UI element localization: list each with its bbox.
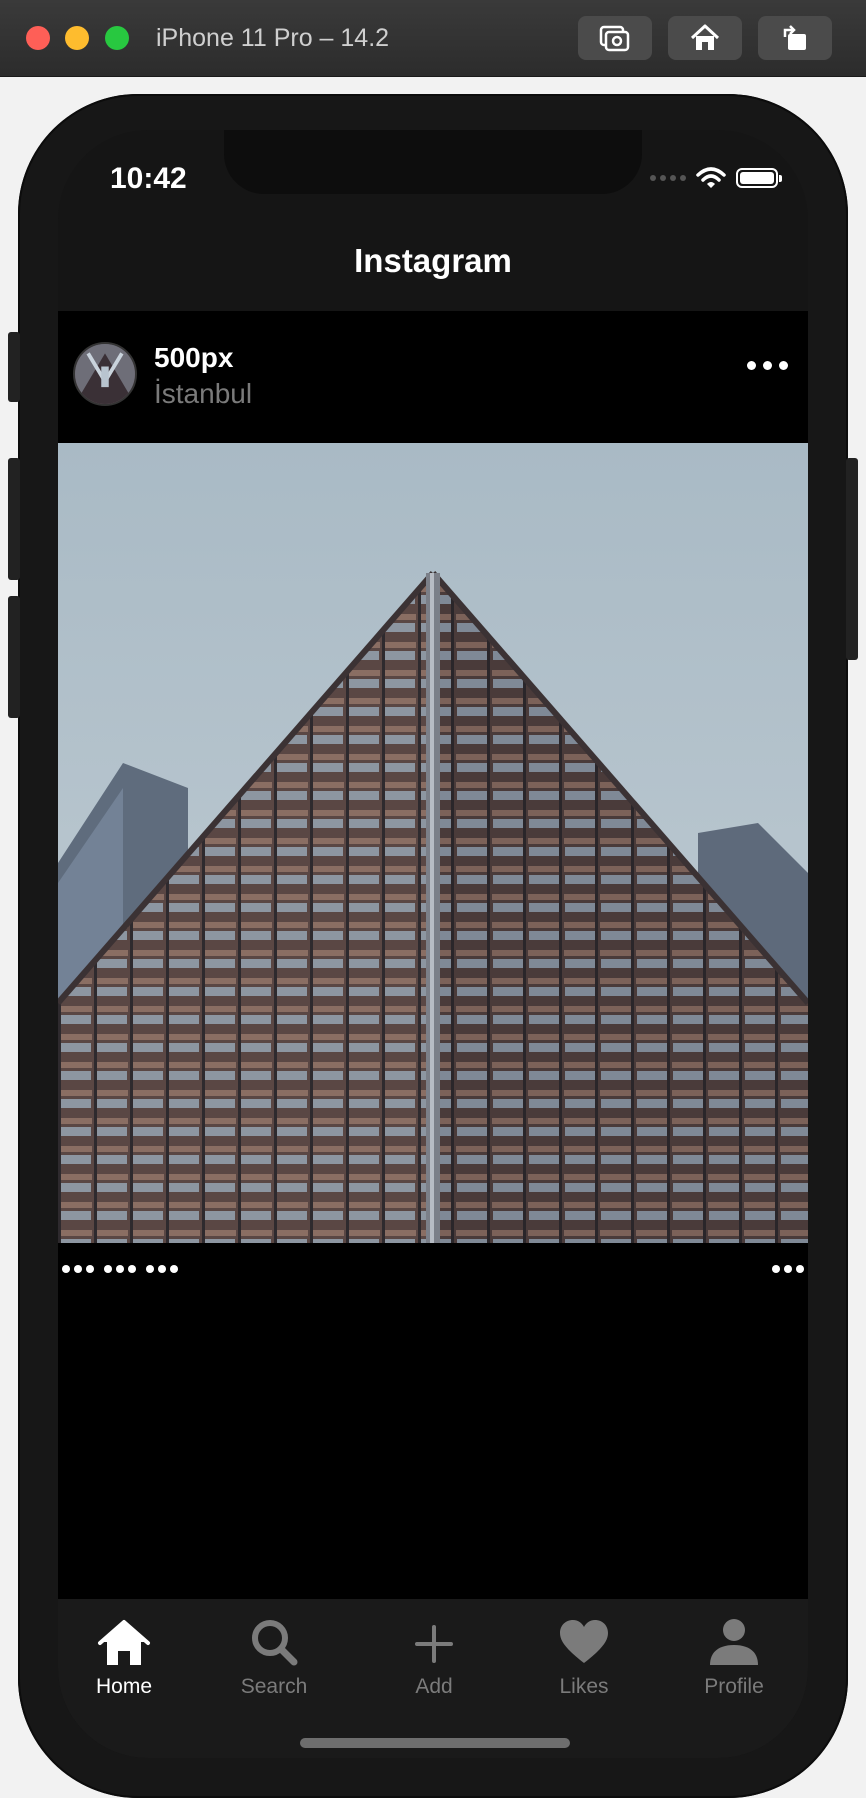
minimize-window-button[interactable]	[65, 26, 89, 50]
volume-up-button	[8, 458, 20, 580]
simulator-title: iPhone 11 Pro – 14.2	[156, 24, 390, 52]
post-image[interactable]	[58, 443, 808, 1243]
phone-screen: 10:42 Instagram 500px İstanbul Home Sear…	[58, 130, 808, 1758]
tab-bar: Home Search Add Likes Profile	[58, 1599, 808, 1758]
tab-search[interactable]: Search	[214, 1615, 334, 1699]
page-title: Instagram	[354, 242, 512, 279]
ellipsis-icon	[747, 361, 756, 370]
rotate-icon	[783, 25, 806, 50]
building-photo	[58, 443, 808, 1243]
volume-down-button	[8, 596, 20, 718]
tab-profile-label: Profile	[704, 1675, 764, 1698]
person-icon	[710, 1619, 758, 1665]
tab-likes[interactable]: Likes	[524, 1615, 644, 1699]
power-button	[846, 458, 858, 660]
simulator-title-bar: iPhone 11 Pro – 14.2	[0, 0, 866, 77]
zoom-window-button[interactable]	[105, 26, 129, 50]
tab-add[interactable]: Add	[374, 1615, 494, 1699]
tab-home-label: Home	[95, 1675, 153, 1698]
home-icon	[690, 24, 720, 50]
heart-icon	[560, 1620, 608, 1663]
mute-switch	[8, 332, 20, 402]
bookmark-placeholder-icon[interactable]	[772, 1265, 804, 1273]
tab-profile[interactable]: Profile	[674, 1615, 794, 1699]
rotate-button[interactable]	[758, 16, 832, 60]
tab-likes-label: Likes	[559, 1675, 609, 1698]
status-indicators	[650, 166, 782, 190]
post-location[interactable]: İstanbul	[154, 378, 252, 410]
post-action-placeholders	[62, 1265, 184, 1273]
tab-search-label: Search	[240, 1675, 308, 1698]
tab-home[interactable]: Home	[64, 1615, 184, 1699]
post-username[interactable]: 500px	[154, 342, 233, 374]
status-time: 10:42	[110, 162, 187, 195]
home-icon	[98, 1620, 150, 1665]
comment-placeholder-icon[interactable]	[104, 1265, 136, 1273]
plus-icon	[415, 1625, 453, 1663]
close-window-button[interactable]	[26, 26, 50, 50]
post-header: 500px İstanbul	[58, 311, 808, 443]
share-placeholder-icon[interactable]	[146, 1265, 178, 1273]
notch	[224, 130, 642, 194]
screenshot-icon	[599, 25, 630, 52]
post-more-button[interactable]	[747, 361, 788, 370]
screenshot-button[interactable]	[578, 16, 652, 60]
battery-icon	[736, 168, 782, 188]
post-actions	[58, 1243, 808, 1599]
cellular-signal-icon	[650, 175, 686, 181]
battery-level	[740, 172, 774, 184]
wifi-icon	[696, 167, 726, 188]
like-placeholder-icon[interactable]	[62, 1265, 94, 1273]
tab-add-label: Add	[415, 1675, 453, 1698]
search-icon	[252, 1620, 298, 1666]
avatar[interactable]	[73, 342, 137, 406]
home-indicator[interactable]	[300, 1738, 570, 1748]
home-button[interactable]	[668, 16, 742, 60]
